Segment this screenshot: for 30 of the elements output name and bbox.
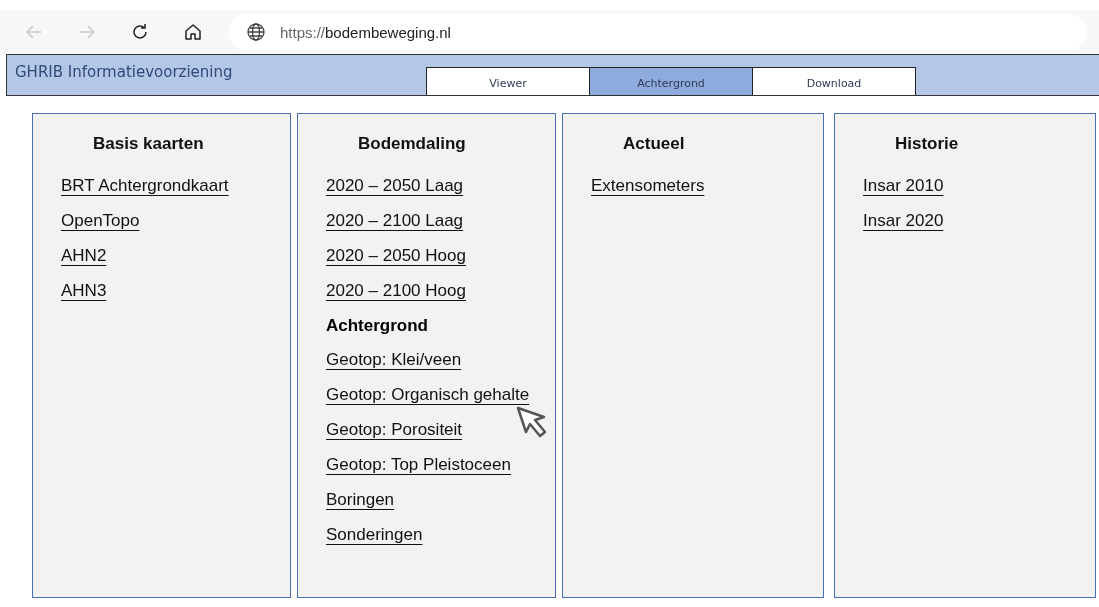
panel-title: Historie (895, 134, 960, 154)
panel-title: Basis kaarten (93, 134, 205, 154)
layer-link[interactable]: Insar 2010 (863, 176, 944, 195)
address-bar[interactable]: https://bodembeweging.nl (228, 14, 1087, 50)
layer-link[interactable]: Geotop: Top Pleistoceen (326, 455, 511, 474)
section-heading: Achtergrond (326, 316, 429, 336)
panel-title: Actueel (623, 134, 686, 154)
refresh-icon[interactable] (130, 22, 150, 42)
layer-link[interactable]: Sonderingen (326, 525, 423, 544)
nav-tab[interactable]: Download (752, 67, 916, 95)
layer-link[interactable]: 2020 – 2050 Laag (326, 176, 464, 195)
layer-link[interactable]: AHN2 (61, 246, 107, 265)
site-title: GHRIB Informatievoorziening (14, 63, 234, 81)
nav-tab[interactable]: Achtergrond (589, 67, 753, 95)
layer-link[interactable]: 2020 – 2100 Hoog (326, 281, 466, 300)
layer-link[interactable]: 2020 – 2050 Hoog (326, 246, 466, 265)
layer-link[interactable]: Geotop: Klei/veen (326, 350, 462, 369)
home-icon[interactable] (183, 22, 203, 42)
layer-link[interactable]: Boringen (326, 490, 395, 509)
layer-link[interactable]: Insar 2020 (863, 211, 944, 230)
nav-tab[interactable]: Viewer (426, 67, 590, 95)
layer-link[interactable]: Geotop: Porositeit (326, 420, 463, 439)
globe-icon (246, 22, 266, 42)
layer-link[interactable]: Geotop: Organisch gehalte (326, 385, 530, 404)
panel-title: Bodemdaling (358, 134, 467, 154)
layer-link[interactable]: AHN3 (61, 281, 107, 300)
layer-link[interactable]: Extensometers (591, 176, 705, 195)
layer-link[interactable]: BRT Achtergrondkaart (61, 176, 229, 195)
layer-link[interactable]: OpenTopo (61, 211, 140, 230)
layer-link[interactable]: 2020 – 2100 Laag (326, 211, 464, 230)
